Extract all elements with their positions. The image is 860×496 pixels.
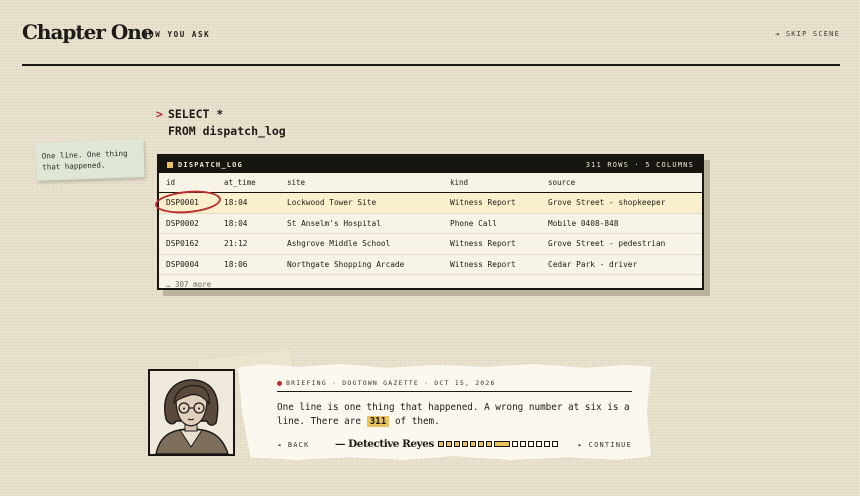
briefing-divider bbox=[277, 391, 632, 392]
progress-pip bbox=[478, 441, 484, 447]
sticky-note: One line. One thing that happened. bbox=[35, 139, 145, 181]
cell-id: DSP0004 bbox=[166, 259, 199, 269]
cell-source: Mobile 0408-848 bbox=[548, 218, 619, 228]
cell-site: Ashgrove Middle School bbox=[287, 239, 391, 248]
progress-pip bbox=[544, 441, 550, 447]
cell-kind: Phone Call bbox=[450, 218, 497, 228]
table-row[interactable]: DSP0004 18:06 Northgate Shopping Arcade … bbox=[159, 255, 702, 275]
briefing-card: BRIEFING · DOGTOWN GAZETTE · OCT 15, 202… bbox=[238, 364, 651, 460]
table-name: DISPATCH_LOG bbox=[178, 160, 243, 169]
sticky-note-text: One line. One thing that happened. bbox=[41, 148, 128, 172]
chapter-subtitle: HOW YOU ASK bbox=[143, 30, 211, 39]
cell-at-time: 21:12 bbox=[224, 239, 248, 248]
detective-portrait bbox=[148, 369, 235, 456]
progress-pip bbox=[462, 441, 468, 447]
scene-progress bbox=[438, 441, 558, 447]
cell-id: DSP0001 bbox=[166, 198, 199, 207]
column-header[interactable]: site bbox=[287, 173, 305, 192]
briefing-meta-text: BRIEFING · DOGTOWN GAZETTE · OCT 15, 202… bbox=[286, 379, 496, 387]
more-rows-indicator[interactable]: … 307 more bbox=[159, 275, 702, 294]
progress-pip bbox=[528, 441, 534, 447]
cell-site: Lockwood Tower Site bbox=[287, 198, 377, 207]
continue-button[interactable]: ▸ CONTINUE bbox=[578, 441, 632, 449]
briefing-text-after: of them. bbox=[389, 416, 440, 427]
cell-site: St Anselm's Hospital bbox=[287, 218, 381, 228]
cell-kind: Witness Report bbox=[450, 198, 516, 207]
progress-pip bbox=[438, 441, 444, 447]
briefing-footer: ◂ BACK — Detective Reyes ▸ CONTINUE bbox=[277, 438, 632, 453]
header: Chapter One HOW YOU ASK ⇥ SKIP SCENE bbox=[22, 18, 840, 66]
cell-at-time: 18:06 bbox=[224, 259, 248, 269]
progress-pip bbox=[454, 441, 460, 447]
column-header[interactable]: kind bbox=[450, 173, 468, 192]
table-summary: 311 ROWS · 5 COLUMNS bbox=[585, 160, 694, 169]
briefing-meta: BRIEFING · DOGTOWN GAZETTE · OCT 15, 202… bbox=[277, 379, 496, 387]
progress-pip bbox=[552, 441, 558, 447]
briefing-text: One line is one thing that happened. A w… bbox=[277, 401, 637, 429]
sql-line-from: FROM dispatch_log bbox=[168, 124, 286, 138]
progress-pip bbox=[520, 441, 526, 447]
table-row[interactable]: DSP0162 21:12 Ashgrove Middle School Wit… bbox=[159, 234, 702, 255]
sql-line-select: SELECT * bbox=[167, 107, 224, 121]
cell-site: Northgate Shopping Arcade bbox=[287, 259, 405, 269]
detective-portrait-illustration bbox=[150, 371, 233, 454]
table-panel: DISPATCH_LOG 311 ROWS · 5 COLUMNS id at_… bbox=[157, 154, 710, 296]
cell-id: DSP0002 bbox=[166, 218, 199, 228]
progress-pip bbox=[536, 441, 542, 447]
cell-kind: Witness Report bbox=[450, 239, 516, 248]
cell-at-time: 18:04 bbox=[224, 218, 248, 228]
table-row[interactable]: DSP0002 18:04 St Anselm's Hospital Phone… bbox=[159, 214, 702, 234]
cell-kind: Witness Report bbox=[450, 259, 516, 269]
column-header[interactable]: at_time bbox=[224, 173, 256, 192]
progress-pip bbox=[446, 441, 452, 447]
briefing-text-before: One line is one thing that happened. A w… bbox=[277, 402, 630, 427]
progress-pip bbox=[512, 441, 518, 447]
cell-source: Cedar Park - driver bbox=[548, 259, 638, 269]
progress-pip bbox=[470, 441, 476, 447]
skip-scene-button[interactable]: ⇥ SKIP SCENE bbox=[775, 30, 840, 38]
column-header[interactable]: id bbox=[166, 173, 175, 192]
prompt-chevron: > bbox=[156, 107, 163, 121]
detective-signature: — Detective Reyes bbox=[335, 438, 434, 450]
sql-query: > SELECT * FROM dispatch_log bbox=[156, 106, 286, 140]
cell-source: Grove Street - shopkeeper bbox=[548, 198, 666, 207]
briefing-highlight-number: 311 bbox=[366, 416, 390, 427]
table-square-icon bbox=[167, 161, 173, 168]
cell-id: DSP0162 bbox=[166, 239, 199, 248]
dispatch-log-table: DISPATCH_LOG 311 ROWS · 5 COLUMNS id at_… bbox=[157, 154, 704, 290]
back-button[interactable]: ◂ BACK bbox=[277, 441, 310, 449]
progress-pip-current bbox=[494, 441, 510, 447]
table-header-row: id at_time site kind source bbox=[159, 173, 702, 193]
red-dot-icon bbox=[277, 380, 282, 386]
cell-source: Grove Street - pedestrian bbox=[548, 239, 666, 248]
table-row[interactable]: DSP0001 18:04 Lockwood Tower Site Witnes… bbox=[159, 193, 702, 214]
table-title-bar: DISPATCH_LOG 311 ROWS · 5 COLUMNS bbox=[159, 156, 702, 173]
progress-pip bbox=[486, 441, 492, 447]
cell-at-time: 18:04 bbox=[224, 198, 248, 207]
column-header[interactable]: source bbox=[548, 173, 575, 192]
chapter-title: Chapter One bbox=[22, 20, 154, 44]
